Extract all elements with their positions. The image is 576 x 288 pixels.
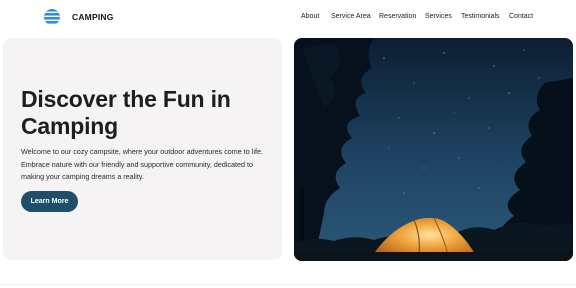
- nav-testimonials[interactable]: Testimonials: [461, 13, 500, 20]
- nav-about[interactable]: About: [301, 13, 319, 20]
- learn-more-button[interactable]: Learn More: [21, 191, 78, 212]
- section-divider: [0, 284, 576, 285]
- hero-title-line1: Discover the Fun in: [21, 86, 231, 112]
- main-nav: About Service Area Reservation Services …: [0, 13, 576, 25]
- hero-image: [294, 38, 573, 261]
- nav-services[interactable]: Services: [425, 13, 452, 20]
- nav-service-area[interactable]: Service Area: [331, 13, 371, 20]
- hero-title: Discover the Fun in Camping: [21, 86, 271, 140]
- nav-contact[interactable]: Contact: [509, 13, 533, 20]
- site-header: CAMPING About Service Area Reservation S…: [0, 0, 576, 36]
- night-camping-image: [294, 38, 573, 261]
- hero-description: Welcome to our cozy campsite, where your…: [21, 147, 263, 182]
- hero-title-line2: Camping: [21, 113, 118, 139]
- nav-reservation[interactable]: Reservation: [379, 13, 416, 20]
